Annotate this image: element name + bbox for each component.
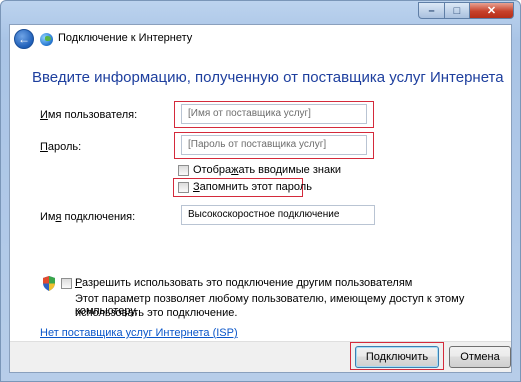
network-globe-icon xyxy=(40,33,53,46)
username-label: Имя пользователя: xyxy=(40,109,138,121)
remember-password-label[interactable]: Запомнить этот пароль xyxy=(193,181,312,193)
window-title: Подключение к Интернету xyxy=(58,32,193,44)
minimize-button[interactable]: – xyxy=(418,2,445,19)
connect-button[interactable]: Подключить xyxy=(355,346,439,368)
show-chars-label[interactable]: Отображать вводимые знаки xyxy=(193,164,341,176)
allow-others-checkbox[interactable] xyxy=(61,278,72,289)
window-frame: – □ ✕ ← Подключение к Интернету Введите … xyxy=(0,0,521,382)
show-chars-checkbox[interactable] xyxy=(178,165,189,176)
uac-shield-icon xyxy=(43,276,55,291)
allow-others-label[interactable]: Разрешить использовать это подключение д… xyxy=(75,277,412,289)
nav-bar: ← Подключение к Интернету xyxy=(10,25,511,53)
allow-others-note-line2: использовать это подключение. xyxy=(75,307,238,319)
dialog-content: ← Подключение к Интернету Введите информ… xyxy=(9,24,512,373)
no-isp-link[interactable]: Нет поставщика услуг Интернета (ISP) xyxy=(40,327,238,339)
close-button[interactable]: ✕ xyxy=(470,2,514,19)
page-heading: Введите информацию, полученную от постав… xyxy=(32,69,504,86)
password-label: Пароль: xyxy=(40,141,82,153)
connection-name-label: Имя подключения: xyxy=(40,211,136,223)
window-caption-buttons: – □ ✕ xyxy=(418,2,514,19)
maximize-button[interactable]: □ xyxy=(445,2,470,19)
username-input[interactable]: [Имя от поставщика услуг] xyxy=(181,104,367,124)
dialog-footer: Подключить Отмена xyxy=(10,341,511,372)
back-button[interactable]: ← xyxy=(14,29,34,49)
password-input[interactable]: [Пароль от поставщика услуг] xyxy=(181,135,367,155)
cancel-button[interactable]: Отмена xyxy=(449,346,511,368)
remember-password-checkbox[interactable] xyxy=(178,182,189,193)
connection-name-input[interactable]: Высокоскоростное подключение xyxy=(181,205,375,225)
back-arrow-icon: ← xyxy=(18,32,30,46)
